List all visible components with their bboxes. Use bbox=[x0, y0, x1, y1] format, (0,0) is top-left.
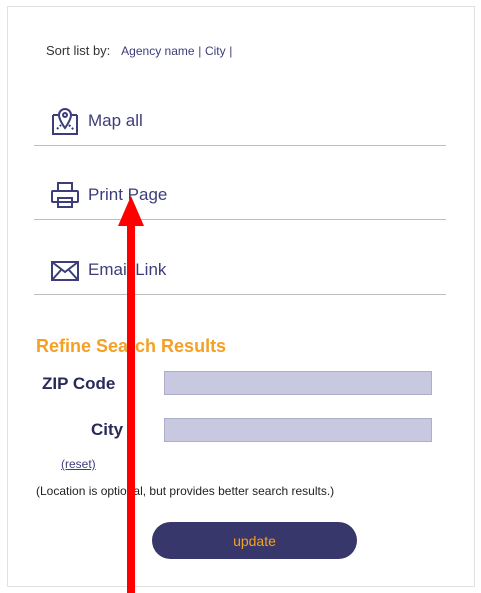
refine-search-title: Refine Search Results bbox=[36, 336, 227, 356]
city-label: City bbox=[91, 420, 124, 439]
email-link-label: Email Link bbox=[88, 259, 167, 279]
sort-separator: | bbox=[229, 44, 233, 58]
sort-city-link[interactable]: City bbox=[205, 44, 226, 58]
email-link-button[interactable]: Email Link bbox=[34, 245, 446, 295]
zip-code-input[interactable] bbox=[164, 371, 432, 395]
map-all-button[interactable]: Map all bbox=[34, 96, 446, 146]
print-page-label: Print Page bbox=[88, 184, 168, 204]
sort-row: Sort list by: Agency name | City | bbox=[46, 43, 232, 58]
location-note: (Location is optional, but provides bett… bbox=[36, 484, 335, 498]
envelope-icon bbox=[48, 253, 82, 287]
reset-link[interactable]: (reset) bbox=[61, 457, 96, 471]
map-all-label: Map all bbox=[88, 110, 143, 130]
sort-separator: | bbox=[198, 44, 202, 58]
update-button[interactable]: update bbox=[152, 522, 357, 559]
city-input[interactable] bbox=[164, 418, 432, 442]
side-panel: Sort list by: Agency name | City | Map a… bbox=[7, 6, 475, 587]
map-pin-icon bbox=[48, 104, 82, 138]
print-page-button[interactable]: Print Page bbox=[34, 170, 446, 220]
printer-icon bbox=[48, 178, 82, 212]
zip-code-label: ZIP Code bbox=[42, 374, 116, 393]
sort-agency-name-link[interactable]: Agency name bbox=[121, 44, 194, 58]
sort-label: Sort list by: bbox=[46, 43, 111, 58]
